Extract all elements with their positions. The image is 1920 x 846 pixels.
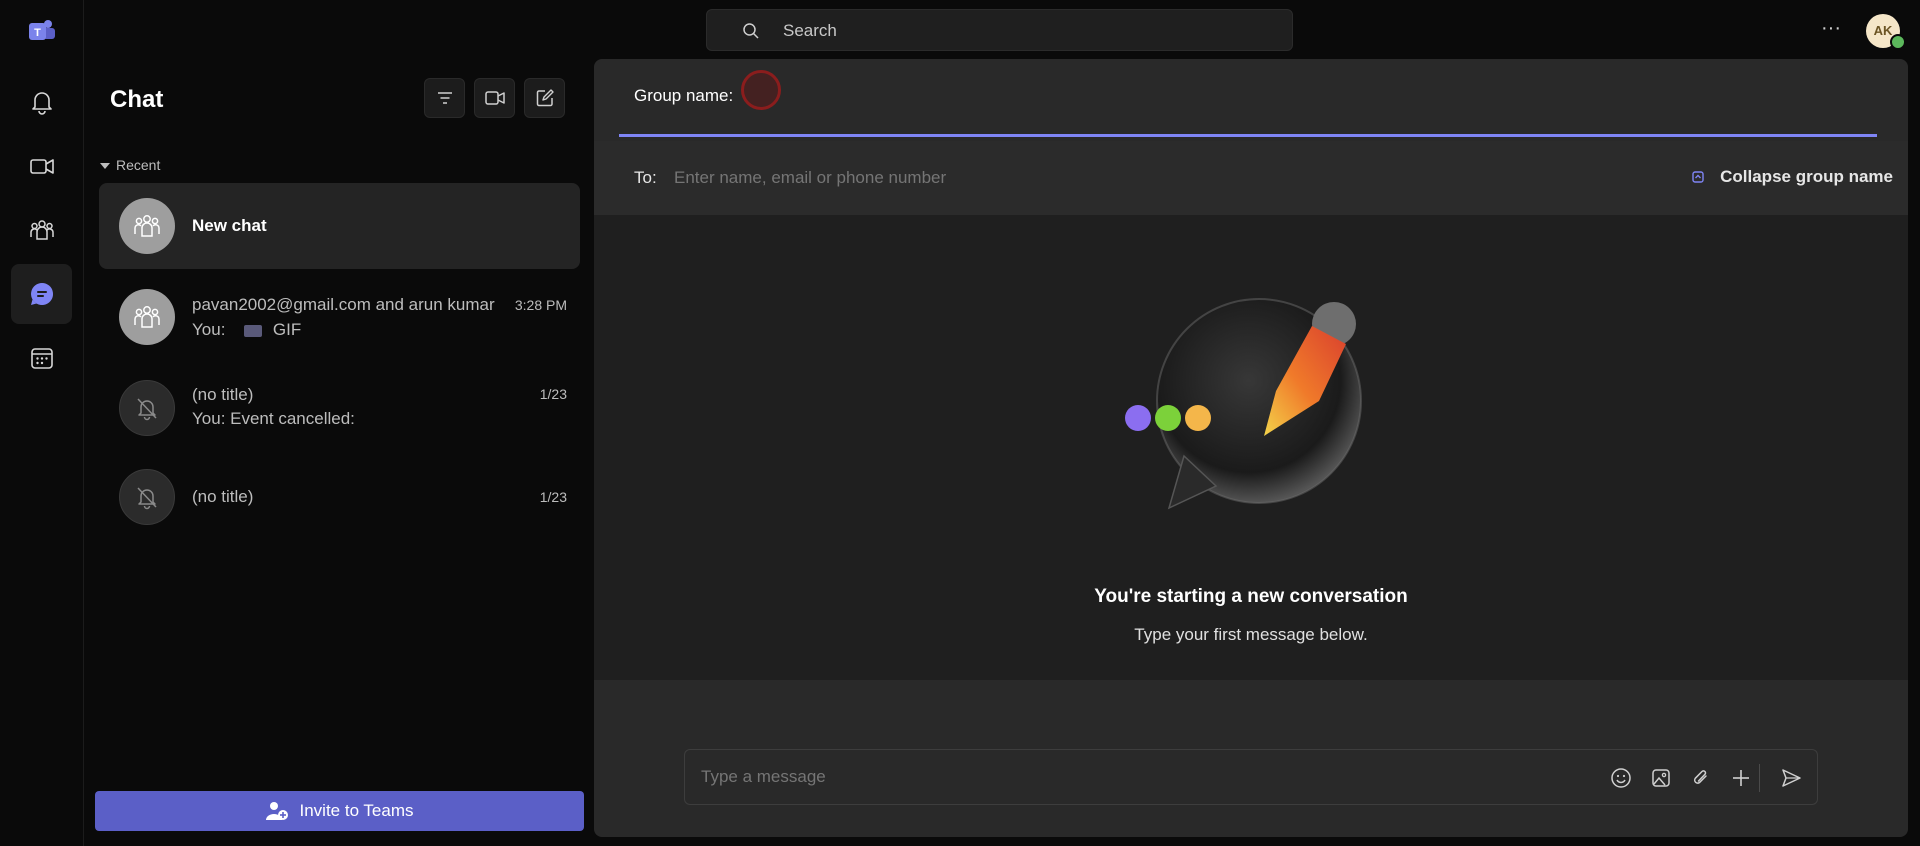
chat-item-time: 1/23 [539,386,567,402]
compose-icon [535,88,555,108]
chat-list-item[interactable]: (no title) 1/23 You: Event cancelled: [99,365,580,445]
chat-avatar [119,198,175,254]
message-input[interactable] [701,767,1501,787]
group-icon [132,211,162,241]
invite-to-teams-button[interactable]: Invite to Teams [95,791,584,831]
chat-avatar [119,469,175,525]
chat-pane-title: Chat [110,86,164,113]
gif-icon [244,324,263,337]
chat-item-name: New chat [192,216,267,235]
collapse-icon [1692,171,1704,183]
meet-now-button[interactable] [474,78,515,118]
search-icon [742,22,760,40]
chat-item-name: pavan2002@gmail.com and arun kumar [192,295,495,314]
image-icon[interactable] [1649,766,1673,790]
preview-text: GIF [272,320,302,339]
new-conversation-illustration [1124,286,1394,526]
chat-item-preview: You: Event cancelled: [192,409,355,428]
app-rail: T [0,0,84,846]
chat-list-item[interactable]: (no title) 1/23 [99,457,580,537]
recipient-input[interactable] [674,168,1374,188]
rail-meet[interactable] [11,136,72,196]
empty-state-title: You're starting a new conversation [1094,586,1408,607]
filter-icon [436,89,454,107]
attach-icon[interactable] [1689,766,1713,790]
rail-chat[interactable] [11,264,72,324]
chat-avatar [119,380,175,436]
click-cursor-indicator [741,70,781,110]
presence-available-icon [1890,34,1906,50]
add-person-icon [265,800,289,822]
video-icon [29,153,55,179]
send-icon[interactable] [1779,766,1803,790]
chat-item-preview: You: GIF [192,320,301,340]
recent-section-toggle[interactable]: Recent [100,157,160,173]
conversation-empty-state: You're starting a new conversation Type … [594,216,1908,680]
chat-item-name: (no title) [192,487,254,506]
collapse-group-name-button[interactable]: Collapse group name [1692,167,1893,187]
message-compose-box[interactable] [684,749,1818,805]
caret-down-icon [100,163,110,170]
new-chat-button[interactable] [524,78,565,118]
people-icon [29,217,55,243]
rail-activity[interactable] [11,72,72,132]
chat-bubble-icon [28,280,56,308]
group-icon [132,302,162,332]
collapse-label: Collapse group name [1720,167,1893,186]
teams-logo-icon[interactable]: T [28,16,56,44]
search-bar[interactable]: Search [706,9,1293,51]
to-recipient-row: To: Collapse group name [594,141,1908,216]
chat-avatar [119,289,175,345]
svg-text:T: T [34,27,41,39]
empty-state-subtitle: Type your first message below. [1134,625,1368,644]
to-label: To: [634,168,657,187]
video-icon [484,89,505,107]
conversation-pane: Group name: To: Collapse group name [594,59,1908,837]
group-name-label: Group name: [634,86,734,105]
chat-item-time: 1/23 [539,489,567,505]
bell-icon [29,89,55,115]
preview-prefix: You: [192,320,226,339]
plus-icon[interactable] [1729,766,1753,790]
more-options-button[interactable]: ··· [1818,18,1844,42]
bell-off-icon [134,395,160,421]
emoji-icon[interactable] [1609,766,1633,790]
rail-communities[interactable] [11,200,72,260]
group-name-underline [619,134,1877,137]
recent-section-label: Recent [116,157,161,173]
chat-item-name: (no title) [192,385,254,404]
compose-divider [1759,764,1760,792]
invite-label: Invite to Teams [299,801,414,820]
calendar-icon [29,345,55,371]
search-placeholder: Search [783,21,837,40]
filter-button[interactable] [424,78,465,118]
group-name-field[interactable]: Group name: [594,59,1908,137]
chat-item-time: 3:28 PM [514,297,567,313]
chat-list-item[interactable]: pavan2002@gmail.com and arun kumar 3:28 … [99,277,580,357]
rail-calendar[interactable] [11,328,72,388]
bell-off-icon [134,484,160,510]
chat-list-item-new-chat[interactable]: New chat [99,183,580,269]
